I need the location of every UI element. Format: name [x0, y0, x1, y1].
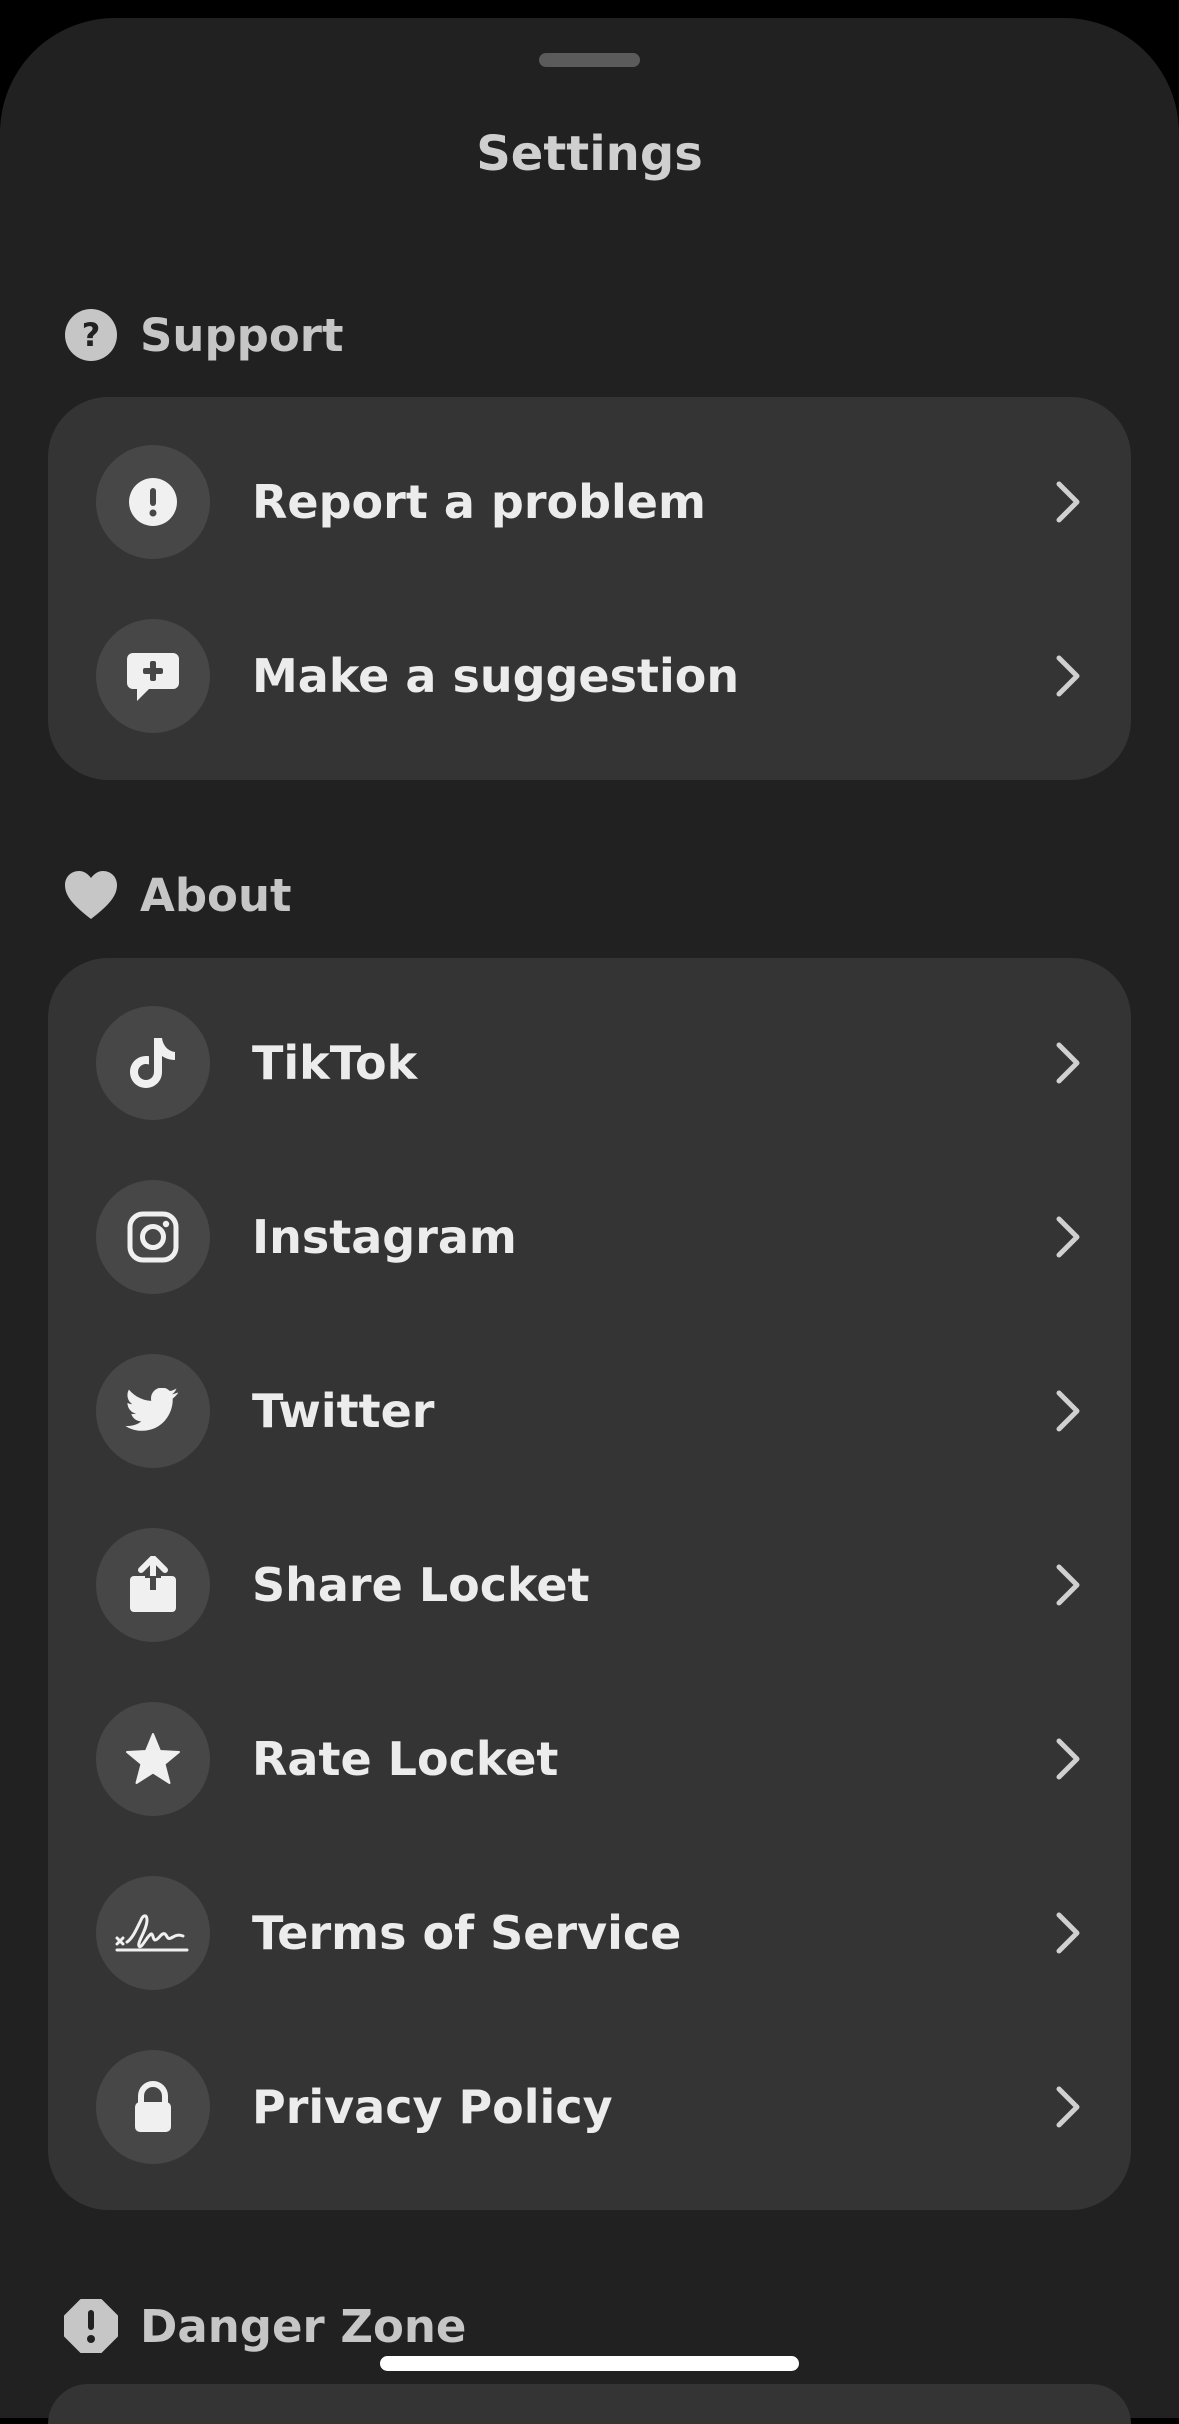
row-terms-of-service[interactable]: Terms of Service — [48, 1846, 1131, 2020]
suggestion-bubble-icon — [96, 619, 210, 733]
svg-text:?: ? — [82, 316, 101, 354]
warning-octagon-icon — [62, 2297, 120, 2355]
chevron-right-icon — [1048, 1560, 1088, 1610]
row-report-problem[interactable]: Report a problem — [48, 415, 1131, 589]
row-label: TikTok — [252, 1036, 418, 1090]
section-title: About — [140, 868, 292, 922]
row-label: Twitter — [252, 1384, 435, 1438]
section-header-danger-zone: Danger Zone — [62, 2296, 466, 2356]
danger-zone-card — [48, 2384, 1131, 2424]
support-card: Report a problem Make a suggestion — [48, 397, 1131, 780]
row-label: Make a suggestion — [252, 649, 740, 703]
chevron-right-icon — [1048, 651, 1088, 701]
row-tiktok[interactable]: TikTok — [48, 976, 1131, 1150]
exclamation-icon — [96, 445, 210, 559]
instagram-icon — [96, 1180, 210, 1294]
share-icon — [96, 1528, 210, 1642]
sheet-grabber[interactable] — [539, 53, 640, 67]
section-header-about: About — [62, 865, 292, 925]
row-label: Report a problem — [252, 475, 706, 529]
row-instagram[interactable]: Instagram — [48, 1150, 1131, 1324]
chevron-right-icon — [1048, 1038, 1088, 1088]
page-title: Settings — [476, 126, 703, 182]
row-label: Privacy Policy — [252, 2080, 613, 2134]
row-label: Share Locket — [252, 1558, 590, 1612]
heart-icon — [62, 866, 120, 924]
signature-icon — [96, 1876, 210, 1990]
about-card: TikTok Instagram Twitter Share Locket Ra… — [48, 958, 1131, 2210]
section-header-support: ? Support — [62, 305, 344, 365]
row-label: Rate Locket — [252, 1732, 559, 1786]
row-label: Terms of Service — [252, 1906, 682, 1960]
question-icon: ? — [62, 306, 120, 364]
row-twitter[interactable]: Twitter — [48, 1324, 1131, 1498]
chevron-right-icon — [1048, 1908, 1088, 1958]
section-title: Danger Zone — [140, 2299, 467, 2353]
row-privacy-policy[interactable]: Privacy Policy — [48, 2020, 1131, 2194]
twitter-bird-icon — [96, 1354, 210, 1468]
chevron-right-icon — [1048, 2082, 1088, 2132]
chevron-right-icon — [1048, 477, 1088, 527]
row-label: Instagram — [252, 1210, 517, 1264]
chevron-right-icon — [1048, 1386, 1088, 1436]
row-rate-locket[interactable]: Rate Locket — [48, 1672, 1131, 1846]
chevron-right-icon — [1048, 1734, 1088, 1784]
section-title: Support — [140, 308, 344, 362]
lock-icon — [96, 2050, 210, 2164]
row-share-locket[interactable]: Share Locket — [48, 1498, 1131, 1672]
row-make-suggestion[interactable]: Make a suggestion — [48, 589, 1131, 763]
tiktok-icon — [96, 1006, 210, 1120]
star-icon — [96, 1702, 210, 1816]
home-indicator[interactable] — [380, 2356, 799, 2371]
chevron-right-icon — [1048, 1212, 1088, 1262]
